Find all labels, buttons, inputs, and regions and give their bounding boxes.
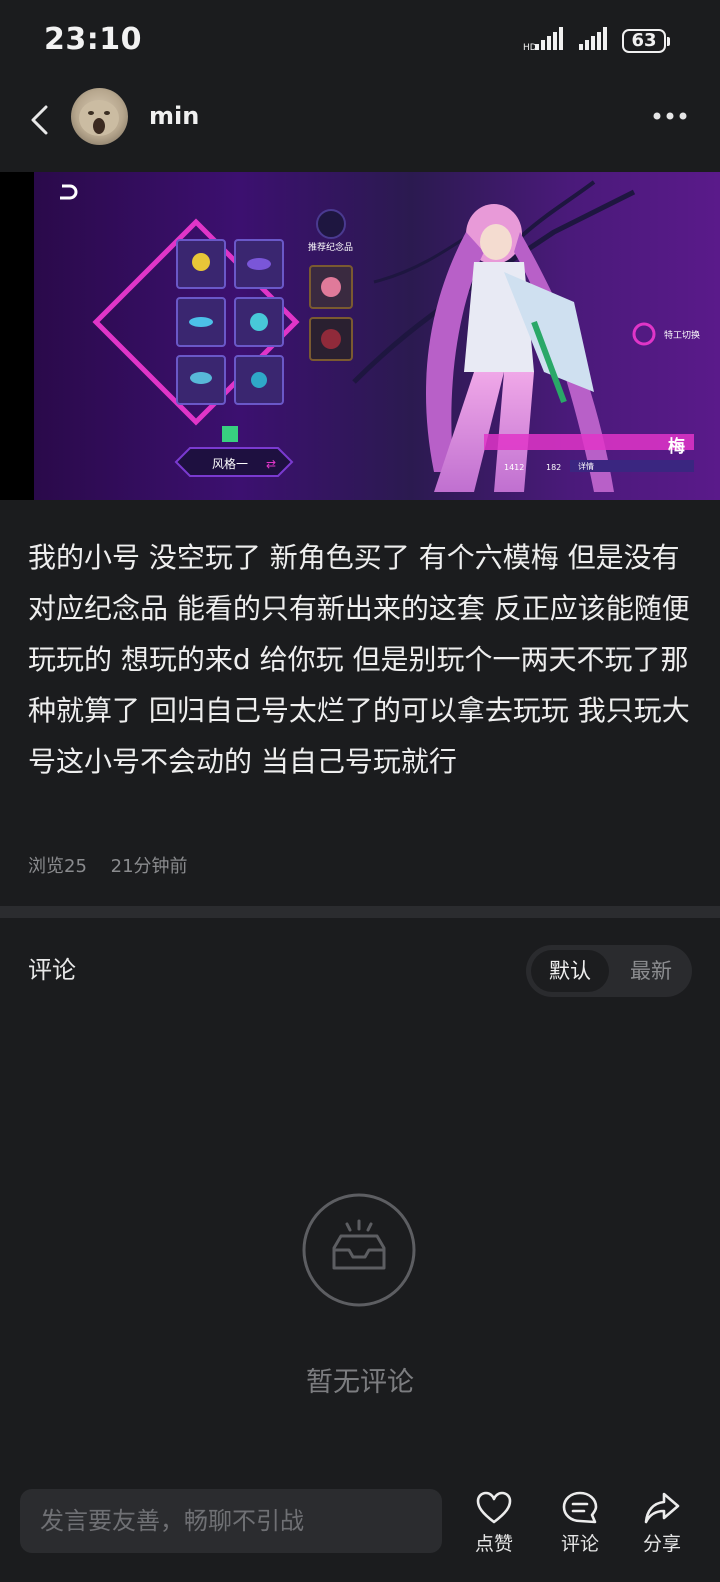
user-avatar[interactable]	[71, 88, 128, 145]
battery-icon: 63	[622, 29, 670, 53]
post-meta: 浏览25 21分钟前	[28, 852, 206, 878]
post-time: 21分钟前	[110, 856, 188, 877]
bottom-action-bar: 点赞 评论 分享	[0, 1465, 720, 1582]
empty-inbox-icon	[302, 1193, 416, 1307]
sort-latest-button[interactable]: 最新	[616, 950, 686, 992]
view-count: 浏览25	[28, 856, 87, 877]
sort-default-button[interactable]: 默认	[531, 950, 609, 992]
status-bar: 23:10 HD 63	[0, 0, 720, 82]
souvenir-title: 推荐纪念品	[308, 241, 353, 253]
username[interactable]: min	[149, 102, 199, 130]
comment-button[interactable]: 评论	[545, 1491, 615, 1556]
comment-input[interactable]	[20, 1489, 442, 1553]
character-name: 梅	[668, 436, 685, 457]
switch-label: 特工切换	[664, 329, 700, 341]
comment-label: 评论	[560, 1533, 599, 1555]
empty-comments-text: 暂无评论	[306, 1367, 414, 1398]
more-options-icon[interactable]	[652, 106, 692, 126]
style-label: 风格一	[212, 456, 248, 471]
comment-sort-toggle: 默认 最新	[526, 945, 692, 997]
comments-title: 评论	[28, 956, 76, 984]
share-label: 分享	[642, 1533, 681, 1555]
signal-strength-icon	[579, 27, 607, 50]
section-divider	[0, 906, 720, 918]
post-body-text: 我的小号 没空玩了 新角色买了 有个六模梅 但是没有对应纪念品 能看的只有新出来…	[28, 541, 690, 778]
like-label: 点赞	[474, 1533, 513, 1555]
heart-icon	[476, 1491, 512, 1524]
post-image[interactable]: 风格一 ⇄ 推荐纪念品 特工切换 梅 1412 182 详情	[0, 172, 720, 500]
like-count: 1412	[504, 463, 524, 472]
game-screenshot: 风格一 ⇄ 推荐纪念品 特工切换 梅 1412 182 详情	[34, 172, 720, 500]
mobile-signal-icon: HD	[523, 27, 563, 52]
back-arrow-icon[interactable]	[22, 100, 62, 140]
detail-label: 详情	[578, 461, 594, 471]
comment-bubble-icon	[562, 1491, 598, 1524]
share-arrow-icon	[644, 1492, 680, 1524]
share-button[interactable]: 分享	[627, 1491, 697, 1556]
tag-count: 182	[546, 463, 561, 472]
like-button[interactable]: 点赞	[459, 1491, 529, 1556]
svg-text:⇄: ⇄	[266, 457, 276, 471]
svg-text:HD: HD	[523, 43, 537, 52]
status-time: 23:10	[44, 22, 142, 57]
post-header: min	[0, 82, 720, 172]
